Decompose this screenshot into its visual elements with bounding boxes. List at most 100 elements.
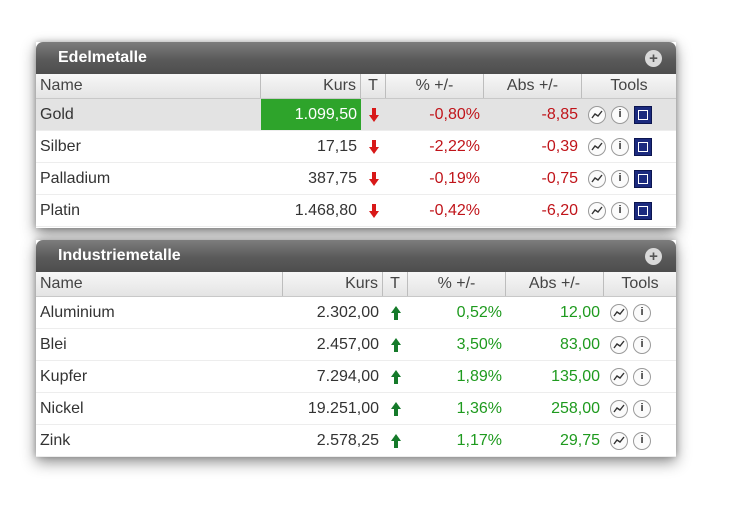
panel-title: Industriemetalle bbox=[58, 247, 181, 264]
info-icon[interactable]: i bbox=[633, 303, 651, 322]
row-kurs: 1.099,50 bbox=[261, 99, 361, 130]
col-abs[interactable]: Abs +/- bbox=[506, 272, 604, 296]
arrow-up-icon bbox=[383, 329, 408, 360]
row-abs: -0,75 bbox=[541, 170, 578, 187]
table-row[interactable]: Gold 1.099,50 -0,80% -8,85 i bbox=[36, 99, 676, 131]
arrow-up-icon bbox=[383, 393, 408, 424]
col-tools: Tools bbox=[621, 275, 659, 292]
panel-header: Edelmetalle + bbox=[36, 42, 676, 74]
info-icon[interactable]: i bbox=[611, 137, 629, 156]
row-abs: -6,20 bbox=[541, 202, 578, 219]
table-row[interactable]: Nickel 19.251,00 1,36% 258,00 i bbox=[36, 393, 676, 425]
chart-icon[interactable] bbox=[610, 399, 628, 418]
row-tools: i bbox=[582, 195, 676, 226]
row-kurs: 17,15 bbox=[316, 138, 357, 155]
arrow-down-icon bbox=[361, 195, 386, 226]
row-tools: i bbox=[604, 361, 676, 392]
chart-icon[interactable] bbox=[610, 303, 628, 322]
row-name[interactable]: Palladium bbox=[36, 163, 261, 194]
panel-title: Edelmetalle bbox=[58, 49, 147, 66]
row-kurs: 1.468,80 bbox=[294, 202, 357, 219]
plus-circle-icon[interactable]: + bbox=[645, 50, 662, 67]
row-pct: 0,52% bbox=[456, 304, 502, 321]
row-tools: i bbox=[582, 99, 676, 130]
arrow-up-icon bbox=[383, 297, 408, 328]
info-icon[interactable]: i bbox=[633, 335, 651, 354]
col-kurs[interactable]: Kurs bbox=[261, 74, 361, 98]
col-pct[interactable]: % +/- bbox=[386, 74, 484, 98]
table-row[interactable]: Palladium 387,75 -0,19% -0,75 i bbox=[36, 163, 676, 195]
table-body: Aluminium 2.302,00 0,52% 12,00 i Blei 2.457,00… bbox=[36, 297, 676, 457]
row-abs: -0,39 bbox=[541, 138, 578, 155]
info-icon[interactable]: i bbox=[633, 367, 651, 386]
row-tools: i bbox=[604, 297, 676, 328]
panel-header: Industriemetalle + bbox=[36, 240, 676, 272]
row-name[interactable]: Platin bbox=[36, 195, 261, 226]
arrow-down-icon bbox=[361, 131, 386, 162]
row-name[interactable]: Aluminium bbox=[36, 297, 283, 328]
news-icon[interactable] bbox=[634, 201, 652, 220]
col-pct[interactable]: % +/- bbox=[408, 272, 506, 296]
row-tools: i bbox=[604, 393, 676, 424]
col-trend[interactable]: T bbox=[361, 74, 386, 98]
chart-icon[interactable] bbox=[588, 105, 606, 124]
info-icon[interactable]: i bbox=[611, 105, 629, 124]
row-tools: i bbox=[604, 425, 676, 456]
edelmetalle-panel: Edelmetalle + Name Kurs T % +/- Abs +/- … bbox=[36, 42, 676, 228]
chart-icon[interactable] bbox=[610, 367, 628, 386]
row-pct: 1,36% bbox=[456, 400, 502, 417]
industriemetalle-panel: Industriemetalle + Name Kurs T % +/- Abs… bbox=[36, 240, 676, 457]
col-abs[interactable]: Abs +/- bbox=[484, 74, 582, 98]
row-tools: i bbox=[582, 163, 676, 194]
chart-icon[interactable] bbox=[588, 201, 606, 220]
table-row[interactable]: Silber 17,15 -2,22% -0,39 i bbox=[36, 131, 676, 163]
plus-circle-icon[interactable]: + bbox=[645, 248, 662, 265]
chart-icon[interactable] bbox=[588, 169, 606, 188]
row-kurs: 2.578,25 bbox=[316, 432, 379, 449]
info-icon[interactable]: i bbox=[611, 201, 629, 220]
row-pct: 3,50% bbox=[456, 336, 502, 353]
row-pct: -2,22% bbox=[429, 138, 480, 155]
arrow-down-icon bbox=[361, 163, 386, 194]
row-kurs: 7.294,00 bbox=[316, 368, 379, 385]
row-abs: 12,00 bbox=[559, 304, 600, 321]
table-row[interactable]: Platin 1.468,80 -0,42% -6,20 i bbox=[36, 195, 676, 227]
table-row[interactable]: Zink 2.578,25 1,17% 29,75 i bbox=[36, 425, 676, 457]
col-name[interactable]: Name bbox=[36, 272, 283, 296]
table-row[interactable]: Kupfer 7.294,00 1,89% 135,00 i bbox=[36, 361, 676, 393]
chart-icon[interactable] bbox=[610, 335, 628, 354]
table-row[interactable]: Aluminium 2.302,00 0,52% 12,00 i bbox=[36, 297, 676, 329]
info-icon[interactable]: i bbox=[633, 431, 651, 450]
col-trend[interactable]: T bbox=[383, 272, 408, 296]
row-pct: -0,19% bbox=[429, 170, 480, 187]
row-kurs: 19.251,00 bbox=[307, 400, 379, 417]
col-name[interactable]: Name bbox=[36, 74, 261, 98]
row-pct: 1,17% bbox=[456, 432, 502, 449]
chart-icon[interactable] bbox=[588, 137, 606, 156]
table-body: Gold 1.099,50 -0,80% -8,85 i Silber 17,15 -2,22… bbox=[36, 99, 676, 227]
row-name[interactable]: Gold bbox=[36, 99, 261, 130]
row-tools: i bbox=[582, 131, 676, 162]
column-header-row: Name Kurs T % +/- Abs +/- Tools bbox=[36, 74, 676, 99]
row-name[interactable]: Nickel bbox=[36, 393, 283, 424]
row-name[interactable]: Silber bbox=[36, 131, 261, 162]
row-abs: 83,00 bbox=[559, 336, 600, 353]
chart-icon[interactable] bbox=[610, 431, 628, 450]
news-icon[interactable] bbox=[634, 105, 652, 124]
news-icon[interactable] bbox=[634, 169, 652, 188]
row-kurs: 387,75 bbox=[308, 170, 357, 187]
arrow-up-icon bbox=[383, 361, 408, 392]
table-row[interactable]: Blei 2.457,00 3,50% 83,00 i bbox=[36, 329, 676, 361]
row-name[interactable]: Blei bbox=[36, 329, 283, 360]
row-pct: -0,42% bbox=[429, 202, 480, 219]
row-pct: -0,80% bbox=[429, 106, 480, 123]
info-icon[interactable]: i bbox=[633, 399, 651, 418]
info-icon[interactable]: i bbox=[611, 169, 629, 188]
col-tools: Tools bbox=[610, 77, 648, 94]
news-icon[interactable] bbox=[634, 137, 652, 156]
arrow-up-icon bbox=[383, 425, 408, 456]
row-name[interactable]: Zink bbox=[36, 425, 283, 456]
row-name[interactable]: Kupfer bbox=[36, 361, 283, 392]
col-kurs[interactable]: Kurs bbox=[283, 272, 383, 296]
row-abs: 135,00 bbox=[551, 368, 600, 385]
